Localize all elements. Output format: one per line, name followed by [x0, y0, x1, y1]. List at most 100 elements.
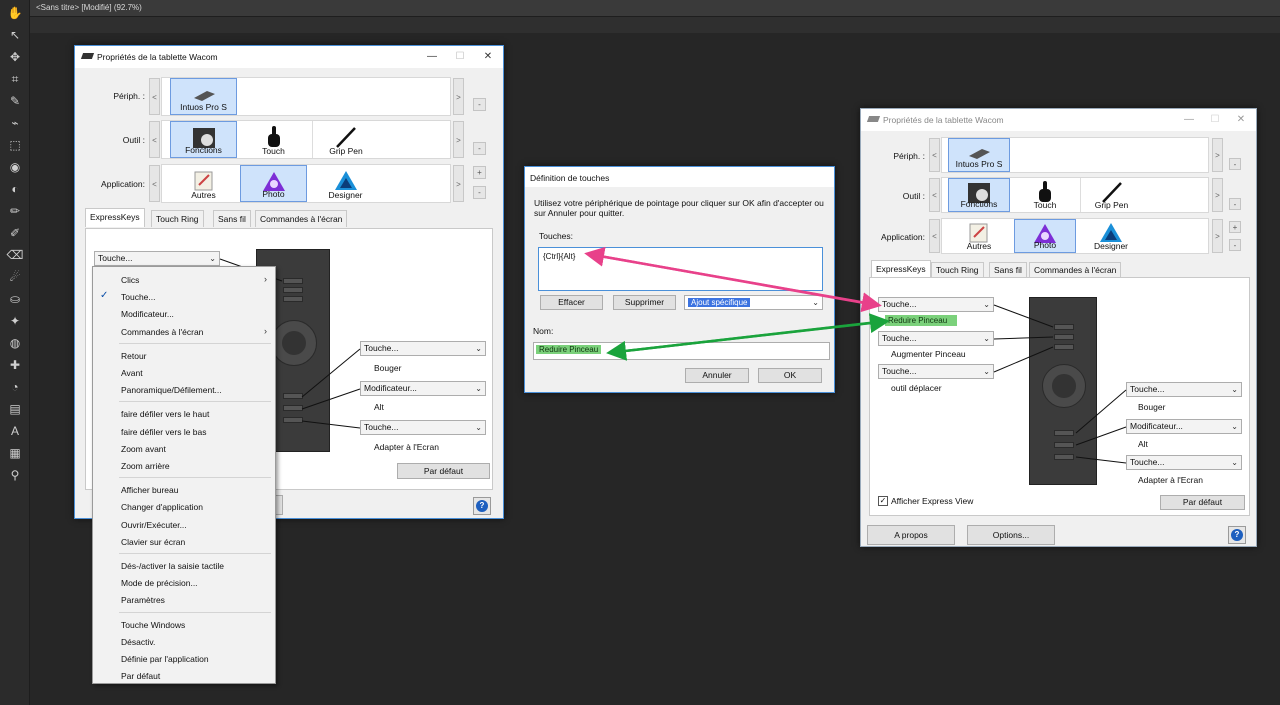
- tab-commandes-ecran[interactable]: Commandes à l'écran: [255, 210, 348, 227]
- color-picker-icon[interactable]: ◐: [5, 180, 25, 198]
- app-scroll-left[interactable]: <: [929, 219, 940, 253]
- menu-item[interactable]: Désactiv.: [93, 634, 275, 651]
- brush-icon[interactable]: ✏: [5, 202, 25, 220]
- app-scroll-left[interactable]: <: [149, 165, 160, 202]
- gradient-icon[interactable]: ▤: [5, 400, 25, 418]
- minimize-button[interactable]: —: [421, 49, 443, 65]
- eraser-icon[interactable]: ⌫: [5, 246, 25, 264]
- periph-scroll-right[interactable]: >: [1212, 138, 1223, 172]
- app-scroll-right[interactable]: >: [453, 165, 464, 202]
- close-button[interactable]: ✕: [1230, 112, 1252, 128]
- selection-brush-icon[interactable]: ⌁: [5, 114, 25, 132]
- menu-item[interactable]: Dés-/activer la saisie tactile: [93, 558, 275, 575]
- text-icon[interactable]: A: [5, 422, 25, 440]
- outil-remove-button[interactable]: -: [1229, 198, 1241, 210]
- menu-item[interactable]: Paramètres: [93, 592, 275, 609]
- tab-touch-ring[interactable]: Touch Ring: [151, 210, 204, 227]
- app-add-button[interactable]: +: [473, 166, 486, 179]
- outil-card-touch[interactable]: Touch: [1014, 178, 1076, 212]
- cancel-button[interactable]: Annuler: [685, 368, 749, 383]
- periph-scroll-left[interactable]: <: [149, 78, 160, 115]
- minimize-button[interactable]: —: [1178, 112, 1200, 128]
- blur-icon[interactable]: ◍: [5, 334, 25, 352]
- app-card-designer[interactable]: Designer: [312, 165, 379, 202]
- app-remove-button[interactable]: -: [1229, 239, 1241, 251]
- menu-item[interactable]: Zoom avant: [93, 441, 275, 458]
- outil-scroll-left[interactable]: <: [929, 178, 940, 212]
- app-card-designer[interactable]: Designer: [1080, 219, 1142, 253]
- ok-button[interactable]: OK: [758, 368, 822, 383]
- pencil-icon[interactable]: ✐: [5, 224, 25, 242]
- crop-icon[interactable]: ⌗: [5, 70, 25, 88]
- stamp-icon[interactable]: ⛀: [5, 290, 25, 308]
- name-field[interactable]: Reduire Pinceau: [533, 342, 830, 360]
- menu-item[interactable]: faire défiler vers le bas: [93, 424, 275, 441]
- menu-item[interactable]: Panoramique/Défilement...: [93, 382, 275, 399]
- options-button[interactable]: Options...: [967, 525, 1055, 545]
- periph-card-intuos[interactable]: Intuos Pro S: [948, 138, 1010, 172]
- app-remove-button[interactable]: -: [473, 186, 486, 199]
- menu-item[interactable]: Clics ›: [93, 272, 275, 289]
- menu-item[interactable]: Afficher bureau: [93, 482, 275, 499]
- periph-remove-button[interactable]: -: [473, 98, 486, 111]
- zoom-icon[interactable]: ⚲: [5, 466, 25, 484]
- menu-item[interactable]: Mode de précision...: [93, 575, 275, 592]
- help-button[interactable]: ?: [473, 497, 491, 515]
- outil-card-fonctions[interactable]: Fonctions: [948, 178, 1010, 212]
- periph-card-intuos[interactable]: Intuos Pro S: [170, 78, 237, 115]
- outil-scroll-right[interactable]: >: [453, 121, 464, 158]
- marquee-icon[interactable]: ⬚: [5, 136, 25, 154]
- periph-scroll-left[interactable]: <: [929, 138, 940, 172]
- tab-sans-fil[interactable]: Sans fil: [989, 262, 1027, 277]
- menu-item[interactable]: Zoom arrière: [93, 458, 275, 475]
- outil-card-touch[interactable]: Touch: [240, 121, 307, 158]
- move-icon[interactable]: ✥: [5, 48, 25, 66]
- outil-card-fonctions[interactable]: Fonctions: [170, 121, 237, 158]
- menu-item[interactable]: Touche... ✓: [93, 289, 275, 306]
- app-card-photo[interactable]: Photo: [240, 165, 307, 202]
- document-tab[interactable]: <Sans titre> [Modifié] (92.7%): [36, 3, 142, 12]
- app-card-autres[interactable]: Autres: [170, 165, 237, 202]
- menu-item[interactable]: Définie par l'application: [93, 651, 275, 668]
- menu-item[interactable]: Modificateur...: [93, 306, 275, 323]
- app-scroll-right[interactable]: >: [1212, 219, 1223, 253]
- retouch-icon[interactable]: ✦: [5, 312, 25, 330]
- clear-button[interactable]: Effacer: [540, 295, 603, 310]
- delete-button[interactable]: Supprimer: [613, 295, 676, 310]
- tab-expresskeys[interactable]: ExpressKeys: [85, 208, 145, 227]
- outil-scroll-right[interactable]: >: [1212, 178, 1223, 212]
- tab-expresskeys[interactable]: ExpressKeys: [871, 260, 931, 277]
- pointer-icon[interactable]: ↖: [5, 26, 25, 44]
- maximize-button[interactable]: ☐: [1204, 112, 1226, 128]
- tab-sans-fil[interactable]: Sans fil: [213, 210, 251, 227]
- periph-remove-button[interactable]: -: [1229, 158, 1241, 170]
- keys-field[interactable]: {Ctrl}{Alt}: [538, 247, 823, 291]
- menu-item[interactable]: faire défiler vers le haut: [93, 406, 275, 423]
- healing-icon[interactable]: ✚: [5, 356, 25, 374]
- menu-item[interactable]: Retour: [93, 348, 275, 365]
- mesh-icon[interactable]: ▦: [5, 444, 25, 462]
- fill-icon[interactable]: ◉: [5, 158, 25, 176]
- menu-item[interactable]: Commandes à l'écran ›: [93, 324, 275, 341]
- tab-commandes-ecran[interactable]: Commandes à l'écran: [1029, 262, 1122, 277]
- menu-item[interactable]: Changer d'application: [93, 499, 275, 516]
- outil-card-grip-pen[interactable]: Grip Pen: [1080, 178, 1142, 212]
- close-button[interactable]: ✕: [477, 49, 499, 65]
- help-button[interactable]: ?: [1228, 526, 1246, 544]
- outil-card-grip-pen[interactable]: Grip Pen: [312, 121, 379, 158]
- dodge-icon[interactable]: ◔: [5, 378, 25, 396]
- special-key-combo[interactable]: Ajout spécifique ⌄: [684, 295, 823, 310]
- periph-scroll-right[interactable]: >: [453, 78, 464, 115]
- outil-remove-button[interactable]: -: [473, 142, 486, 155]
- menu-item[interactable]: Touche Windows: [93, 617, 275, 634]
- menu-item[interactable]: Par défaut: [93, 668, 275, 685]
- smudge-icon[interactable]: ☄: [5, 268, 25, 286]
- menu-item[interactable]: Ouvrir/Exécuter...: [93, 517, 275, 534]
- menu-item[interactable]: Avant: [93, 365, 275, 382]
- about-button[interactable]: A propos: [867, 525, 955, 545]
- paint-brush-icon[interactable]: ✎: [5, 92, 25, 110]
- outil-scroll-left[interactable]: <: [149, 121, 160, 158]
- app-add-button[interactable]: +: [1229, 221, 1241, 233]
- maximize-button[interactable]: ☐: [449, 49, 471, 65]
- app-card-autres[interactable]: Autres: [948, 219, 1010, 253]
